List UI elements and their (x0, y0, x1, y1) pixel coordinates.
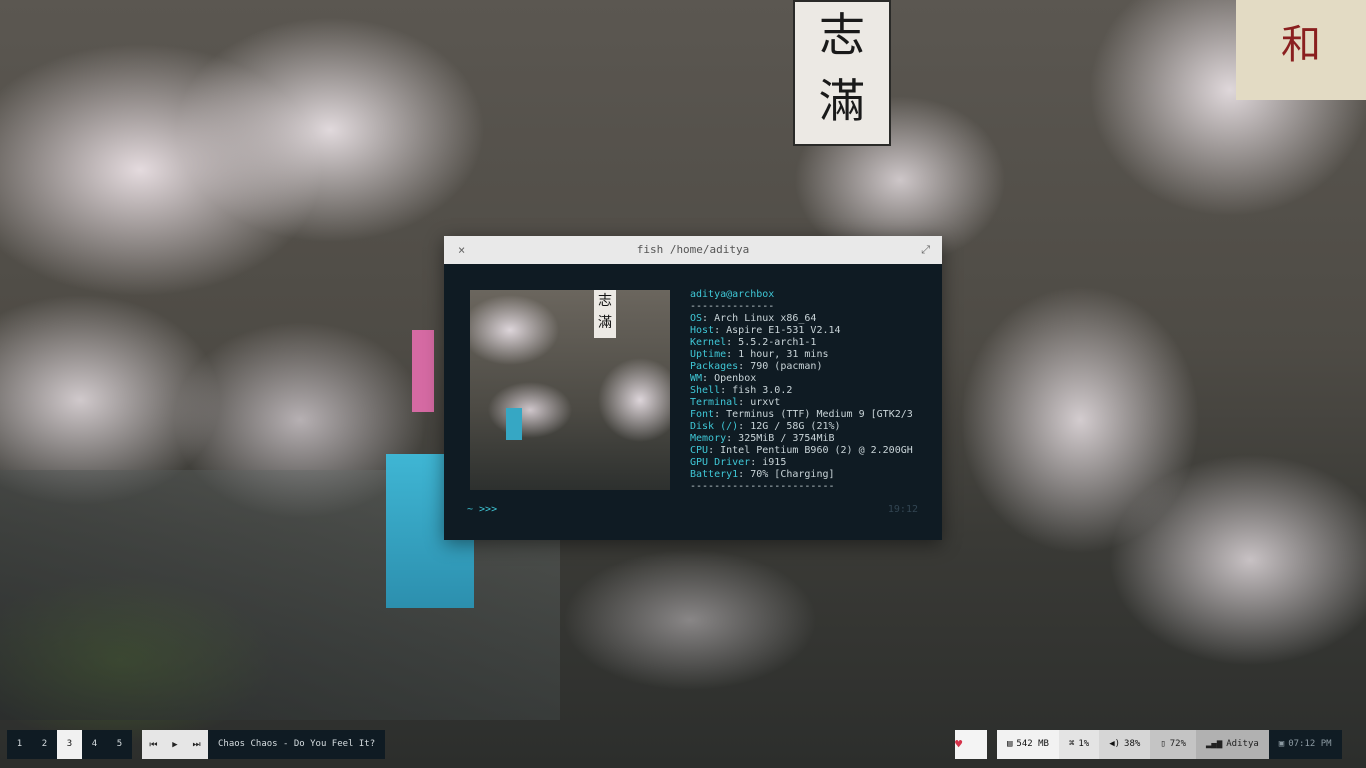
info-value: urxvt (750, 397, 781, 408)
footer-line: ------------------------ (690, 481, 835, 492)
info-value: 12G / 58G (21%) (750, 421, 841, 432)
calendar-icon: ▣ (1278, 739, 1285, 749)
window-title: fish /home/aditya (636, 243, 750, 256)
terminal-window[interactable]: × fish /home/aditya ⤢ 志滿 aditya@archbox … (444, 236, 942, 540)
info-value: i915 (762, 457, 787, 468)
info-key: Shell (690, 385, 721, 396)
cpu-icon: ⌘ (1068, 739, 1075, 749)
wallpaper-thumbnail: 志滿 (470, 290, 670, 490)
close-icon[interactable]: × (458, 236, 465, 264)
volume-icon: ◀) (1109, 739, 1121, 749)
info-value: Aspire E1-531 V2.14 (726, 325, 841, 336)
battery-value: 72% (1169, 739, 1186, 749)
maximize-icon[interactable]: ⤢ (921, 236, 930, 264)
info-value: Openbox (714, 373, 757, 384)
info-key: Memory (690, 433, 727, 444)
now-playing: Chaos Chaos - Do You Feel It? (208, 730, 386, 759)
user-underline: -------------- (690, 301, 775, 312)
terminal-titlebar[interactable]: × fish /home/aditya ⤢ (444, 236, 942, 264)
workspace-2[interactable]: 2 (32, 730, 57, 759)
play-icon[interactable]: ▶ (172, 740, 177, 750)
info-key: CPU (690, 445, 709, 456)
info-key: Host (690, 325, 715, 336)
shell-prompt[interactable]: ~ >>> (467, 504, 497, 515)
info-value: 5.5.2-arch1-1 (738, 337, 817, 348)
neofetch-info: aditya@archbox -------------- OS: Arch L… (690, 289, 913, 492)
memory-value: 542 MB (1016, 739, 1049, 749)
wifi-icon: ▂▄▆ (1206, 739, 1223, 749)
thumbnail-banner (506, 408, 522, 440)
memory-icon: ▤ (1007, 739, 1013, 749)
info-value: Terminus (TTF) Medium 9 [GTK2/3 (726, 409, 913, 420)
info-key: GPU Driver (690, 457, 751, 468)
info-value: fish 3.0.2 (732, 385, 793, 396)
info-value: 1 hour, 31 mins (738, 349, 829, 360)
cpu-module[interactable]: ⌘ 1% (1058, 730, 1100, 759)
terminal-time: 19:12 (887, 504, 918, 515)
info-value: 70% [Charging] (750, 469, 835, 480)
volume-value: 38% (1124, 739, 1141, 749)
cpu-value: 1% (1078, 739, 1090, 749)
battery-icon: ▯ (1160, 739, 1166, 749)
next-icon[interactable]: ⏭ (192, 740, 200, 750)
info-key: Disk (/) (690, 421, 739, 432)
heart-icon[interactable]: ♥ (955, 730, 987, 759)
battery-module[interactable]: ▯ 72% (1150, 730, 1196, 759)
network-module[interactable]: ▂▄▆ Aditya (1196, 730, 1269, 759)
media-controls: ⏮ ▶ ⏭ (142, 730, 208, 759)
clock-module[interactable]: ▣ 07:12 PM (1268, 730, 1342, 759)
wallpaper-sign-red: 和 (1236, 0, 1366, 100)
network-value: Aditya (1226, 739, 1259, 749)
workspace-3[interactable]: 3 (57, 730, 82, 759)
workspace-1[interactable]: 1 (7, 730, 32, 759)
info-value: 790 (pacman) (750, 361, 823, 372)
memory-module[interactable]: ▤ 542 MB (997, 730, 1059, 759)
wallpaper-pink-banner (412, 330, 434, 412)
info-key: Kernel (690, 337, 727, 348)
info-key: OS (690, 313, 703, 324)
wallpaper-sign: 志滿 (793, 0, 891, 146)
info-key: Terminal (690, 397, 739, 408)
user-host: aditya@archbox (690, 289, 775, 300)
clock-value: 07:12 PM (1288, 739, 1332, 749)
workspace-switcher: 1 2 3 4 5 (7, 730, 132, 759)
info-key: Uptime (690, 349, 727, 360)
info-value: 325MiB / 3754MiB (738, 433, 835, 444)
workspace-5[interactable]: 5 (107, 730, 132, 759)
info-value: Arch Linux x86_64 (714, 313, 817, 324)
status-modules: ▤ 542 MB ⌘ 1% ◀) 38% ▯ 72% ▂▄▆ Aditya ▣ … (997, 730, 1342, 759)
media-player: ⏮ ▶ ⏭ Chaos Chaos - Do You Feel It? (142, 730, 386, 759)
info-key: Packages (690, 361, 739, 372)
info-value: Intel Pentium B960 (2) @ 2.200GH (720, 445, 913, 456)
info-key: Battery1 (690, 469, 739, 480)
info-key: WM (690, 373, 703, 384)
previous-icon[interactable]: ⏮ (149, 740, 157, 750)
thumbnail-sign: 志滿 (594, 290, 616, 338)
info-key: Font (690, 409, 715, 420)
workspace-4[interactable]: 4 (82, 730, 107, 759)
volume-module[interactable]: ◀) 38% (1099, 730, 1151, 759)
